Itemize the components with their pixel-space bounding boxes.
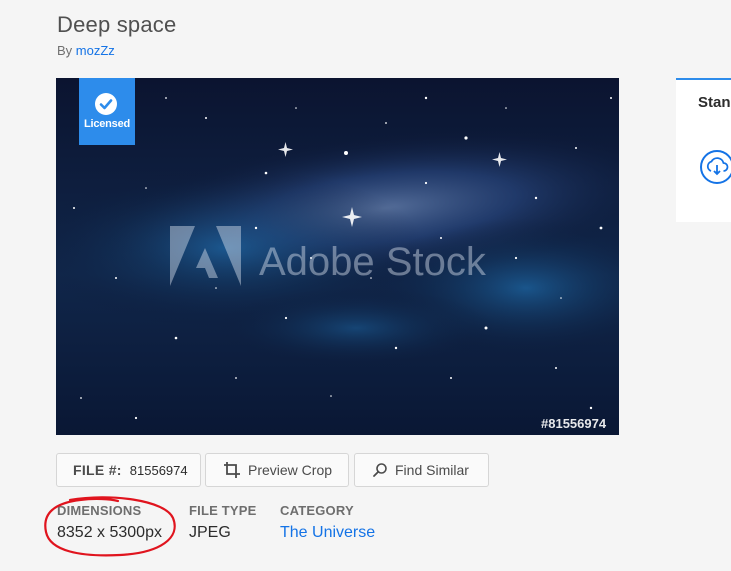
cloud-download-icon[interactable] — [700, 150, 731, 184]
search-icon — [373, 463, 387, 477]
preview-crop-label: Preview Crop — [248, 462, 333, 478]
file-number-overlay: #81556974 — [541, 416, 607, 431]
byline: By mozZz — [57, 43, 115, 58]
crop-icon — [224, 462, 240, 478]
page-title: Deep space — [57, 12, 177, 37]
dimensions-value: 8352 x 5300px — [57, 524, 162, 541]
svg-text:Adobe Stock: Adobe Stock — [259, 240, 487, 284]
category-link[interactable]: The Universe — [280, 524, 375, 542]
preview-crop-button[interactable]: Preview Crop — [205, 453, 349, 487]
file-number-button[interactable]: FILE #: 81556974 — [56, 453, 201, 487]
file-type-label: FILE TYPE — [189, 503, 257, 518]
dimensions-label: DIMENSIONS — [57, 503, 142, 518]
category-label: CATEGORY — [280, 503, 354, 518]
find-similar-button[interactable]: Find Similar — [354, 453, 489, 487]
by-prefix: By — [57, 43, 73, 58]
licensed-label: Licensed — [83, 118, 131, 130]
file-type-value: JPEG — [189, 524, 231, 541]
license-panel: Stan — [676, 78, 731, 222]
licensed-badge: Licensed — [79, 78, 135, 145]
image-preview[interactable]: Adobe Stock — [56, 78, 619, 435]
file-number-value: 81556974 — [129, 462, 188, 478]
checkmark-icon — [95, 93, 117, 115]
author-link[interactable]: mozZz — [76, 43, 115, 58]
file-number-key: FILE #: — [73, 462, 122, 478]
deep-space-image: Adobe Stock — [56, 78, 619, 435]
license-panel-title: Stan — [698, 94, 731, 111]
find-similar-label: Find Similar — [395, 462, 469, 478]
